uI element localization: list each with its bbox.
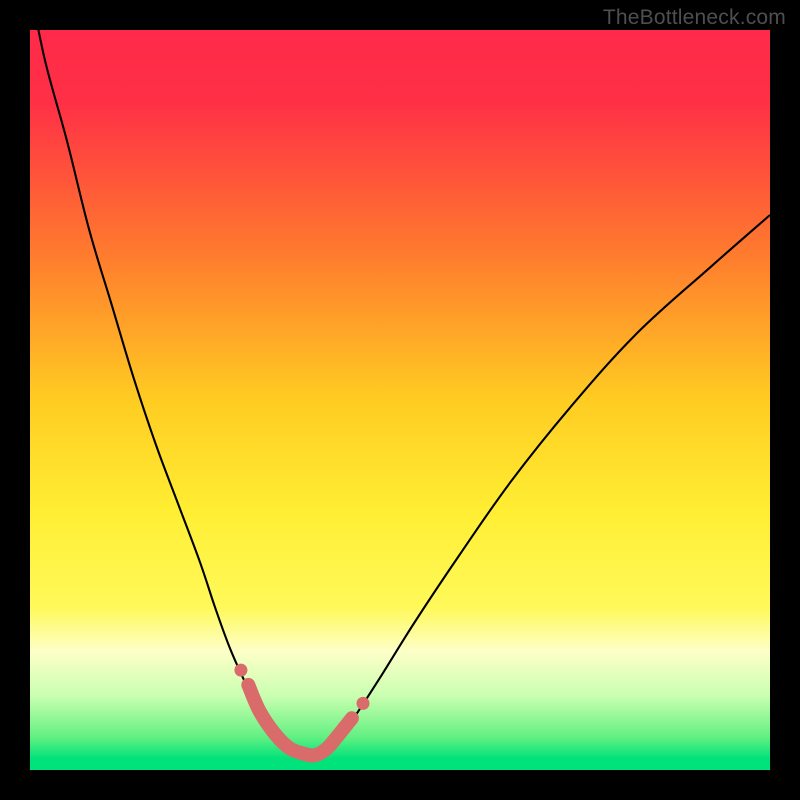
optimal-range-dot [357,697,370,710]
watermark-text: TheBottleneck.com [603,6,786,30]
optimal-range-dot [234,664,247,677]
plot-area [30,30,770,770]
chart-frame: TheBottleneck.com [0,0,800,800]
plot-svg [30,30,770,770]
